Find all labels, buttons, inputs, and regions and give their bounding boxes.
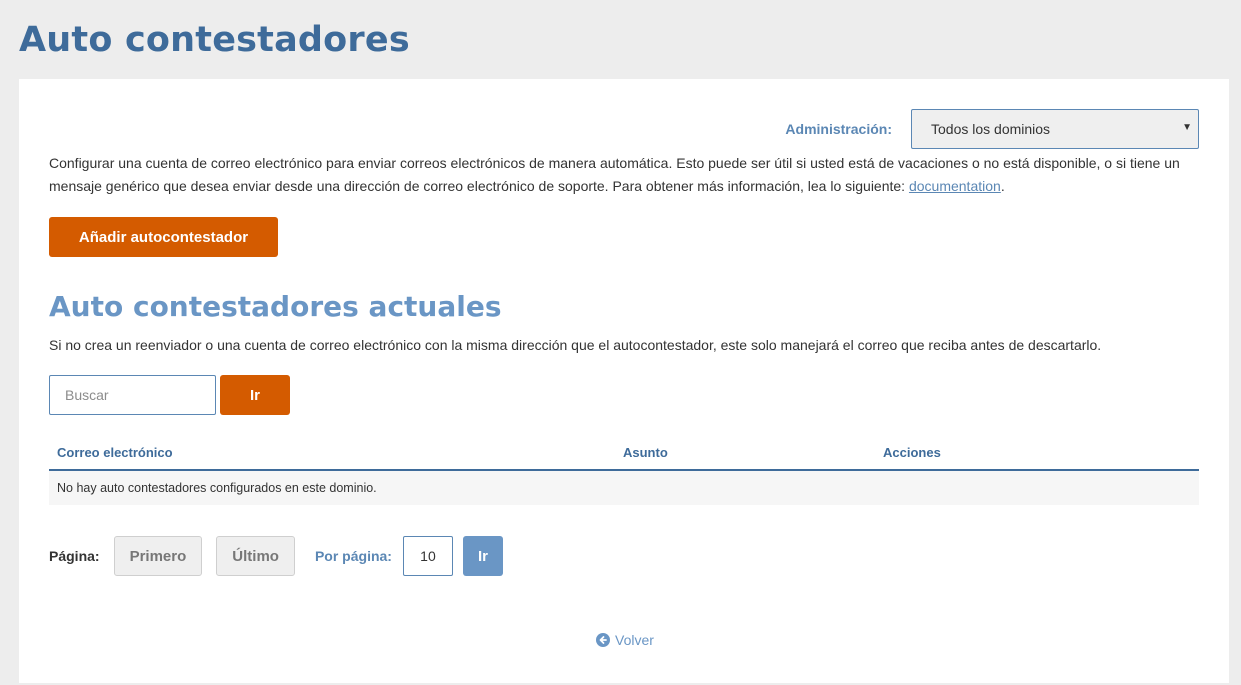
column-header-email[interactable]: Correo electrónico — [57, 445, 173, 460]
column-header-subject[interactable]: Asunto — [623, 445, 668, 460]
empty-message: No hay auto contestadores configurados e… — [57, 481, 377, 495]
first-page-button[interactable]: Primero — [113, 536, 203, 576]
per-page-input[interactable] — [402, 536, 453, 576]
current-autoresponders-description: Si no crea un reenviador o una cuenta de… — [49, 337, 1102, 353]
last-page-button[interactable]: Último — [216, 536, 295, 576]
table-empty-row: No hay auto contestadores configurados e… — [49, 471, 1199, 505]
current-autoresponders-title: Auto contestadores actuales — [49, 290, 502, 323]
per-page-go-button[interactable]: Ir — [462, 536, 503, 576]
page-label: Página: — [49, 548, 100, 564]
search-go-button[interactable]: Ir — [220, 375, 290, 415]
administration-selector: Administración: Todos los dominios ▼ — [785, 109, 1199, 149]
domain-select[interactable]: Todos los dominios ▼ — [911, 109, 1199, 149]
add-autoresponder-button[interactable]: Añadir autocontestador — [49, 217, 278, 257]
intro-suffix: . — [1000, 177, 1005, 194]
domain-select-value: Todos los dominios — [931, 121, 1051, 137]
autoresponders-table: Correo electrónico Asunto Acciones No ha… — [49, 435, 1199, 505]
content-panel: Administración: Todos los dominios ▼ Con… — [19, 79, 1229, 683]
administration-label: Administración: — [785, 121, 892, 137]
column-header-actions: Acciones — [883, 445, 941, 460]
intro-text: Configurar una cuenta de correo electrón… — [49, 152, 1199, 197]
table-header: Correo electrónico Asunto Acciones — [49, 435, 1199, 471]
pagination: Página: Primero Último Por página: Ir — [49, 536, 503, 576]
chevron-down-icon: ▼ — [1182, 122, 1192, 133]
back-label: Volver — [615, 632, 654, 648]
intro-body: Configurar una cuenta de correo electrón… — [49, 155, 1180, 194]
per-page-label: Por página: — [314, 548, 392, 564]
documentation-link[interactable]: documentation — [909, 178, 1001, 194]
search-input[interactable] — [49, 375, 216, 415]
page-title: Auto contestadores — [19, 20, 410, 60]
back-link[interactable]: Volver — [596, 632, 654, 648]
arrow-left-circle-icon — [596, 633, 610, 647]
